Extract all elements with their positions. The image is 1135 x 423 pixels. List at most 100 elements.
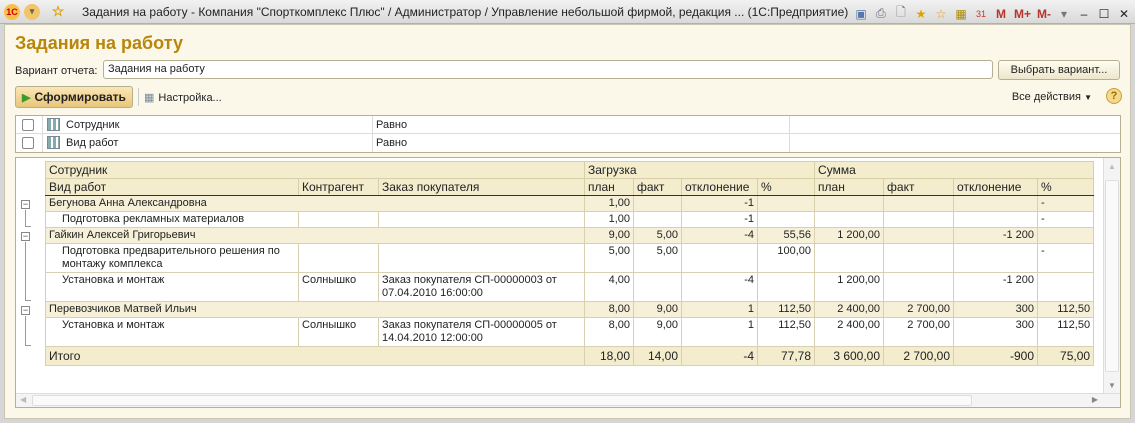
scroll-right-icon[interactable]: ▶ xyxy=(1092,395,1098,404)
calendar-icon[interactable]: 31 xyxy=(974,9,988,19)
table-row[interactable]: Установка и монтаж Солнышко Заказ покупате… xyxy=(45,272,1095,302)
memory-minus-button[interactable]: M- xyxy=(1037,7,1051,21)
filter-name: Вид работ xyxy=(66,137,119,149)
generate-button[interactable]: ▶ Сформировать xyxy=(15,86,133,108)
value-cell xyxy=(953,211,1039,228)
menu-dropdown-icon[interactable]: ▾ xyxy=(24,3,40,20)
scroll-left-icon[interactable]: ◀ xyxy=(20,395,26,404)
maximize-icon[interactable]: ☐ xyxy=(1097,7,1111,21)
value-cell xyxy=(756,272,816,302)
value-cell: 100,00 xyxy=(756,243,816,273)
value-cell: - xyxy=(1037,211,1095,228)
header-row: Вид работ Контрагент Заказ покупателя пл… xyxy=(45,178,1095,196)
1c-logo-icon[interactable]: 1С xyxy=(4,3,20,20)
filter-field-icon xyxy=(47,118,60,131)
header-load-pct: % xyxy=(756,178,816,196)
value-cell xyxy=(883,243,955,273)
header-load: Загрузка xyxy=(583,161,816,179)
filter-checkbox[interactable] xyxy=(22,119,34,131)
horizontal-scrollbar[interactable]: ◀ ▶ xyxy=(16,393,1120,407)
add-favorite-icon[interactable]: ★ xyxy=(914,7,928,21)
settings-button[interactable]: ▦ Настройка... xyxy=(144,91,222,105)
memory-plus-button[interactable]: M+ xyxy=(1014,7,1031,21)
value-cell xyxy=(1037,272,1095,302)
value-cell: 9,00 xyxy=(633,301,682,318)
filter-row[interactable]: Вид работ Равно xyxy=(16,134,1120,152)
preview-icon[interactable]: 🗋 xyxy=(894,3,908,24)
group-row[interactable]: Бегунова Анна Александровна 1,00 -1 - xyxy=(45,195,1095,212)
header-load-deviation: отклонение xyxy=(681,178,758,196)
total-value-cell: 2 700,00 xyxy=(883,346,955,366)
value-cell: 1 200,00 xyxy=(814,272,885,302)
filter-checkbox[interactable] xyxy=(22,137,34,149)
generate-label: Сформировать xyxy=(34,90,126,104)
chevron-down-icon: ▼ xyxy=(1084,93,1092,102)
filter-name: Сотрудник xyxy=(66,119,120,131)
memory-m-button[interactable]: M xyxy=(994,7,1008,21)
value-cell: -1 200 xyxy=(953,227,1039,244)
variant-input[interactable]: Задания на работу xyxy=(103,60,993,79)
settings-label: Настройка... xyxy=(158,91,222,104)
value-cell: - xyxy=(1037,243,1095,273)
filter-field-icon xyxy=(47,136,60,149)
group-row[interactable]: Гайкин Алексей Григорьевич 9,00 5,00 -4 55,5… xyxy=(45,227,1095,244)
value-cell xyxy=(814,195,885,212)
header-work-type: Вид работ xyxy=(45,178,299,196)
collapse-group-icon[interactable]: − xyxy=(21,305,30,315)
favorites-icon[interactable]: ☆ xyxy=(934,7,948,21)
tree-line xyxy=(25,344,31,346)
choose-variant-button[interactable]: Выбрать вариант... xyxy=(998,60,1120,80)
order-cell xyxy=(378,211,585,228)
value-cell: 5,00 xyxy=(633,243,682,273)
collapse-group-icon[interactable]: − xyxy=(21,199,30,209)
value-cell xyxy=(883,272,955,302)
total-value-cell: -900 xyxy=(953,346,1039,366)
total-value-cell: 75,00 xyxy=(1037,346,1095,366)
collapse-group-icon[interactable]: − xyxy=(21,231,30,241)
more-icon[interactable]: ▾ xyxy=(1057,7,1071,21)
value-cell: 8,00 xyxy=(584,317,634,347)
tree-line xyxy=(25,225,31,227)
value-cell: 8,00 xyxy=(584,301,634,318)
close-icon[interactable]: ✕ xyxy=(1117,7,1131,21)
value-cell: 112,50 xyxy=(1037,301,1095,318)
value-cell: -4 xyxy=(681,272,758,302)
all-actions-label: Все действия xyxy=(1011,91,1082,103)
print-icon[interactable]: ⎙ xyxy=(874,6,888,21)
order-cell xyxy=(378,243,585,273)
order-cell: Заказ покупателя СП-00000003 от 07.04.20… xyxy=(378,272,585,302)
save-icon[interactable]: ▣ xyxy=(854,7,868,21)
value-cell xyxy=(756,195,816,212)
table-row[interactable]: Подготовка предварительного решения по м… xyxy=(45,243,1095,273)
value-cell: 1,00 xyxy=(584,195,634,212)
window-title: Задания на работу - Компания "Спорткомпл… xyxy=(82,4,849,19)
group-row[interactable]: Перевозчиков Матвей Ильич 8,00 9,00 1 112,50… xyxy=(45,301,1095,318)
total-label: Итого xyxy=(45,346,585,366)
header-sum-fact: факт xyxy=(883,178,955,196)
help-icon[interactable]: ? xyxy=(1106,88,1122,104)
tree-line xyxy=(25,315,26,345)
counterparty-cell xyxy=(298,211,379,228)
filter-row[interactable]: Сотрудник Равно xyxy=(16,116,1120,134)
favorites-star-icon[interactable]: ☆ xyxy=(50,3,66,20)
header-row: Сотрудник Загрузка Сумма xyxy=(45,161,1095,179)
scroll-down-icon[interactable]: ▼ xyxy=(1108,381,1116,390)
value-cell xyxy=(681,243,758,273)
value-cell: 4,00 xyxy=(584,272,634,302)
value-cell: 300 xyxy=(953,301,1039,318)
calculator-icon[interactable]: ▦ xyxy=(954,7,968,21)
table-row[interactable]: Подготовка рекламных материалов 1,00 -1 - xyxy=(45,211,1095,228)
table-row[interactable]: Установка и монтаж Солнышко Заказ покупате… xyxy=(45,317,1095,347)
value-cell: 2 700,00 xyxy=(883,301,955,318)
minimize-icon[interactable]: – xyxy=(1077,7,1091,21)
header-sum: Сумма xyxy=(814,161,1095,179)
filter-condition[interactable]: Равно xyxy=(376,119,407,131)
vertical-scrollbar[interactable]: ▲ ▼ xyxy=(1103,158,1120,394)
all-actions-menu[interactable]: Все действия ▼ xyxy=(1012,91,1092,103)
header-employee: Сотрудник xyxy=(45,161,585,179)
work-type-cell: Подготовка рекламных материалов xyxy=(45,211,299,228)
group-name: Гайкин Алексей Григорьевич xyxy=(45,227,585,244)
scroll-up-icon[interactable]: ▲ xyxy=(1108,162,1116,171)
filter-condition[interactable]: Равно xyxy=(376,137,407,149)
value-cell: 1 xyxy=(681,301,758,318)
